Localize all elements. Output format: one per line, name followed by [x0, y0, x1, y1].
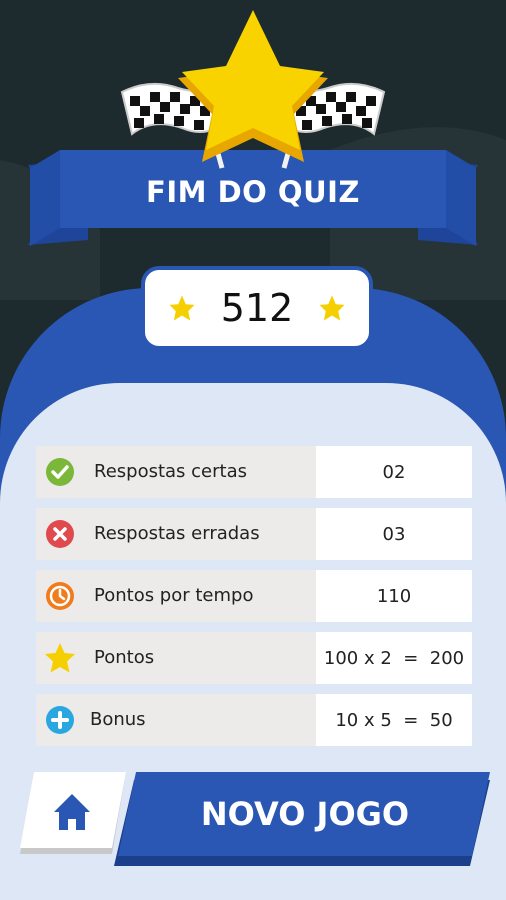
stat-row-correct: Respostas certas 02	[36, 446, 472, 498]
stat-label: Bonus	[90, 709, 146, 730]
star-icon	[45, 643, 75, 673]
x-icon	[46, 520, 74, 548]
clock-icon	[46, 582, 74, 610]
check-icon	[46, 458, 74, 486]
stat-label: Pontos por tempo	[94, 585, 254, 606]
stat-row-wrong: Respostas erradas 03	[36, 508, 472, 560]
stat-value: 110	[316, 570, 472, 622]
quiz-title: FIM DO QUIZ	[146, 175, 360, 209]
stat-value: 02	[316, 446, 472, 498]
stat-value: 100 x 2 = 200	[316, 632, 472, 684]
stat-label: Respostas erradas	[94, 523, 260, 544]
stat-label-cell: Respostas certas	[36, 446, 316, 498]
stat-label: Respostas certas	[94, 461, 247, 482]
stat-label-cell: Respostas erradas	[36, 508, 316, 560]
stat-label-cell: Bonus	[36, 694, 316, 746]
score-box: 512	[141, 266, 373, 350]
stat-label-cell: Pontos por tempo	[36, 570, 316, 622]
big-star-icon	[178, 10, 328, 162]
home-button[interactable]	[20, 772, 126, 860]
header-emblem	[28, 10, 478, 246]
stat-row-points: Pontos 100 x 2 = 200	[36, 632, 472, 684]
stat-value: 10 x 5 = 50	[316, 694, 472, 746]
stat-label: Pontos	[94, 647, 155, 668]
plus-icon	[46, 706, 74, 734]
star-icon	[319, 295, 345, 321]
stat-row-bonus: Bonus 10 x 5 = 50	[36, 694, 472, 746]
score-value: 512	[220, 286, 294, 330]
stat-label-cell: Pontos	[36, 632, 316, 684]
stat-value: 03	[316, 508, 472, 560]
new-game-button[interactable]	[114, 770, 490, 866]
star-icon	[169, 295, 195, 321]
stat-row-time: Pontos por tempo 110	[36, 570, 472, 622]
